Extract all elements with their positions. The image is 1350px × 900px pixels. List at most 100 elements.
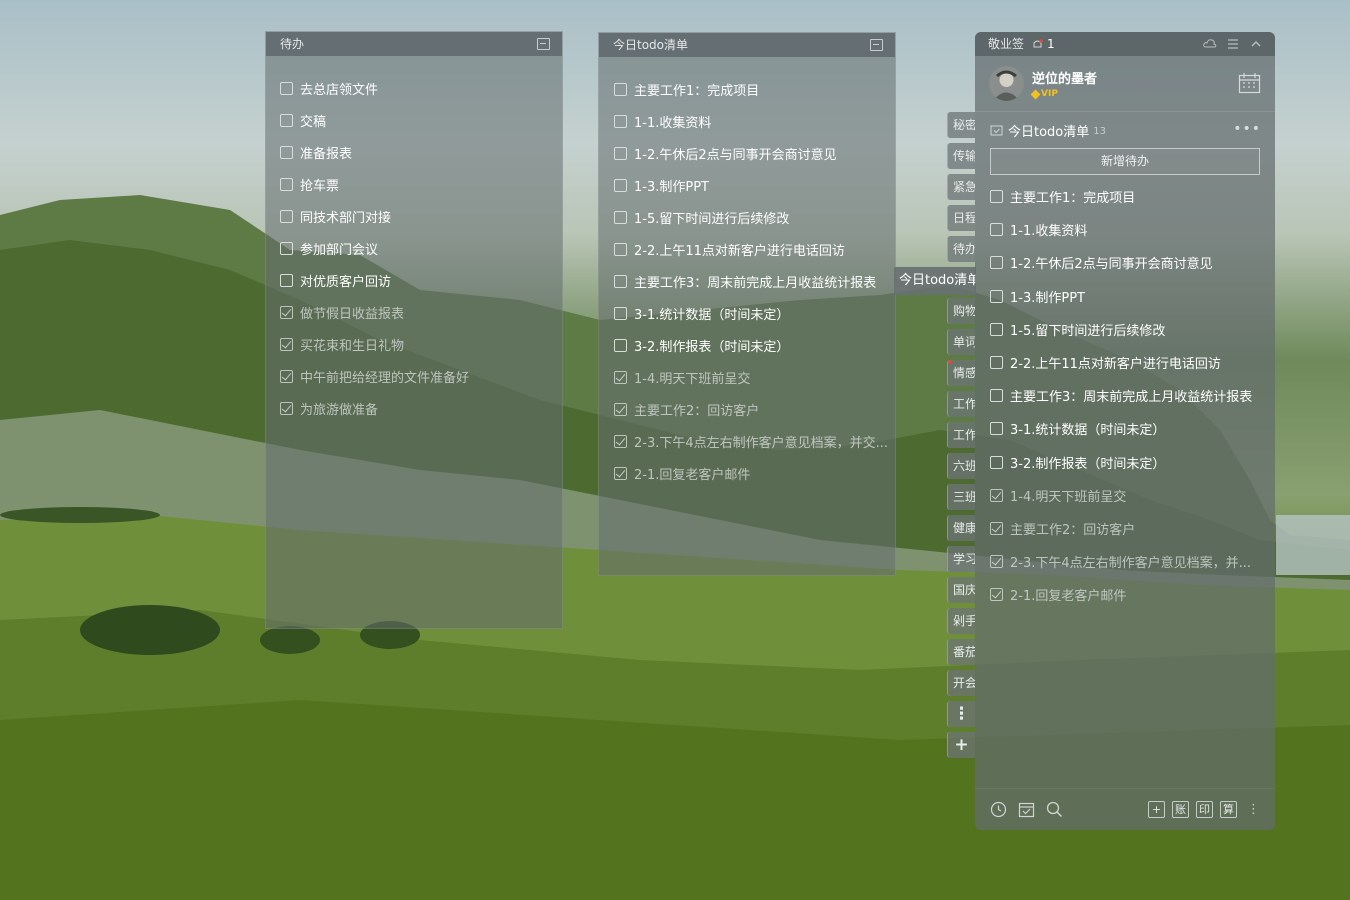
list-item-done[interactable]: 买花束和生日礼物 <box>266 328 562 360</box>
checkbox[interactable] <box>614 82 627 96</box>
list-item[interactable]: 主要工作3：周末前完成上月收益统计报表 <box>975 379 1275 412</box>
tab-transfer[interactable]: 传输 <box>947 143 975 169</box>
tab-urgent[interactable]: 紧急 <box>947 174 975 200</box>
checkbox[interactable] <box>990 356 1003 370</box>
tab-class-three[interactable]: 三班 <box>947 484 975 510</box>
list-item-done[interactable]: 主要工作2：回访客户 <box>599 393 895 425</box>
embed-icon[interactable] <box>870 39 883 51</box>
checkbox[interactable] <box>280 145 293 159</box>
list-item[interactable]: 3-2.制作报表（时间未定） <box>975 446 1275 479</box>
list-item[interactable]: 参加部门会议 <box>266 232 562 264</box>
list-item[interactable]: 3-2.制作报表（时间未定） <box>599 329 895 361</box>
list-item[interactable]: 交稿 <box>266 104 562 136</box>
list-item-done[interactable]: 2-1.回复老客户邮件 <box>599 457 895 489</box>
clock-icon[interactable] <box>990 801 1007 818</box>
tab-study[interactable]: 学习 <box>947 546 975 572</box>
list-item[interactable]: 准备报表 <box>266 136 562 168</box>
cloud-sync-icon[interactable] <box>1203 38 1217 50</box>
tab-meeting[interactable]: 开会 <box>947 670 975 696</box>
tab-work-2[interactable]: 工作 <box>947 422 975 448</box>
tab-work[interactable]: 工作 <box>947 391 975 417</box>
checkbox[interactable] <box>990 322 1003 336</box>
checkbox[interactable] <box>990 190 1003 204</box>
checkbox-checked[interactable] <box>990 588 1003 602</box>
list-item-done[interactable]: 做节假日收益报表 <box>266 296 562 328</box>
list-item[interactable]: 1-1.收集资料 <box>599 105 895 137</box>
list-item[interactable]: 1-5.留下时间进行后续修改 <box>975 313 1275 346</box>
tab-words[interactable]: 单词 <box>947 329 975 355</box>
checkbox[interactable] <box>614 338 627 352</box>
checkbox-checked[interactable] <box>990 521 1003 535</box>
list-item-done[interactable]: 为旅游做准备 <box>266 392 562 424</box>
checkbox-checked[interactable] <box>280 401 293 415</box>
list-item-done[interactable]: 1-4.明天下班前呈交 <box>599 361 895 393</box>
checkbox[interactable] <box>614 210 627 224</box>
checkbox[interactable] <box>280 177 293 191</box>
checkbox[interactable] <box>990 289 1003 303</box>
list-item-done[interactable]: 2-1.回复老客户邮件 <box>975 578 1275 611</box>
checkbox[interactable] <box>280 241 293 255</box>
checkbox-checked[interactable] <box>280 305 293 319</box>
search-icon[interactable] <box>1046 801 1063 818</box>
tab-today-todo-active[interactable]: 今日todo清单 <box>894 267 976 295</box>
checkbox[interactable] <box>990 256 1003 270</box>
list-item[interactable]: 1-2.午休后2点与同事开会商讨意见 <box>975 246 1275 279</box>
tab-emotion[interactable]: 情感 <box>947 360 975 386</box>
note-header[interactable]: 今日todo清单 <box>599 33 895 57</box>
tab-national-day[interactable]: 国庆 <box>947 577 975 603</box>
list-item[interactable]: 主要工作1：完成项目 <box>599 73 895 105</box>
sticky-note-today-todo[interactable]: 今日todo清单 主要工作1：完成项目 1-1.收集资料 1-2.午休后2点与同… <box>598 32 896 576</box>
checkbox-checked[interactable] <box>990 488 1003 502</box>
checkbox-checked[interactable] <box>614 466 627 480</box>
checkbox[interactable] <box>614 306 627 320</box>
checkbox-checked[interactable] <box>280 337 293 351</box>
tab-todo[interactable]: 待办 <box>947 236 975 262</box>
tab-health[interactable]: 健康 <box>947 515 975 541</box>
tab-shopping-spree[interactable]: 剁手 <box>947 608 975 634</box>
calendar-check-icon[interactable] <box>1018 801 1035 818</box>
checkbox-checked[interactable] <box>990 555 1003 569</box>
list-item[interactable]: 1-5.留下时间进行后续修改 <box>599 201 895 233</box>
calculator-button[interactable]: 算 <box>1220 801 1237 818</box>
more-tabs-icon[interactable]: ⋮ <box>947 701 975 727</box>
list-item-done[interactable]: 主要工作2：回访客户 <box>975 512 1275 545</box>
checkbox[interactable] <box>614 242 627 256</box>
checkbox[interactable] <box>990 223 1003 237</box>
list-item[interactable]: 抢车票 <box>266 168 562 200</box>
list-item[interactable]: 去总店领文件 <box>266 72 562 104</box>
menu-icon[interactable] <box>1226 38 1240 50</box>
tab-secret[interactable]: 秘密 <box>947 112 975 138</box>
embed-icon[interactable] <box>537 38 550 50</box>
checkbox[interactable] <box>614 146 627 160</box>
more-menu-icon[interactable]: ⋮ <box>1247 802 1260 817</box>
account-button[interactable]: 账 <box>1172 801 1189 818</box>
checkbox[interactable] <box>280 209 293 223</box>
checkbox-checked[interactable] <box>614 434 627 448</box>
add-tab-icon[interactable]: + <box>947 732 975 758</box>
list-item-done[interactable]: 2-3.下午4点左右制作客户意见档案，并... <box>975 545 1275 578</box>
list-item[interactable]: 3-1.统计数据（时间未定） <box>975 412 1275 445</box>
print-button[interactable]: 印 <box>1196 801 1213 818</box>
tab-pomodoro[interactable]: 番茄 <box>947 639 975 665</box>
checkbox[interactable] <box>614 178 627 192</box>
checkbox-checked[interactable] <box>280 369 293 383</box>
user-profile[interactable]: 逆位的墨者 VIP <box>975 56 1275 112</box>
list-item[interactable]: 1-1.收集资料 <box>975 213 1275 246</box>
checkbox[interactable] <box>614 114 627 128</box>
list-item[interactable]: 同技术部门对接 <box>266 200 562 232</box>
tab-schedule[interactable]: 日程 <box>947 205 975 231</box>
checkbox-checked[interactable] <box>614 370 627 384</box>
checkbox[interactable] <box>990 389 1003 403</box>
avatar[interactable] <box>989 66 1024 101</box>
list-item[interactable]: 2-2.上午11点对新客户进行电话回访 <box>975 346 1275 379</box>
more-options-icon[interactable]: ••• <box>1233 121 1261 137</box>
add-note-button[interactable]: + <box>1148 801 1165 818</box>
reminder-bell-icon[interactable] <box>1032 38 1043 50</box>
list-item-done[interactable]: 中午前把给经理的文件准备好 <box>266 360 562 392</box>
tab-shopping[interactable]: 购物 <box>947 298 975 324</box>
checkbox[interactable] <box>280 113 293 127</box>
collapse-icon[interactable] <box>1249 38 1263 50</box>
add-todo-button[interactable]: 新增待办 <box>990 148 1260 175</box>
note-header[interactable]: 待办 <box>266 32 562 56</box>
checkbox-checked[interactable] <box>614 402 627 416</box>
